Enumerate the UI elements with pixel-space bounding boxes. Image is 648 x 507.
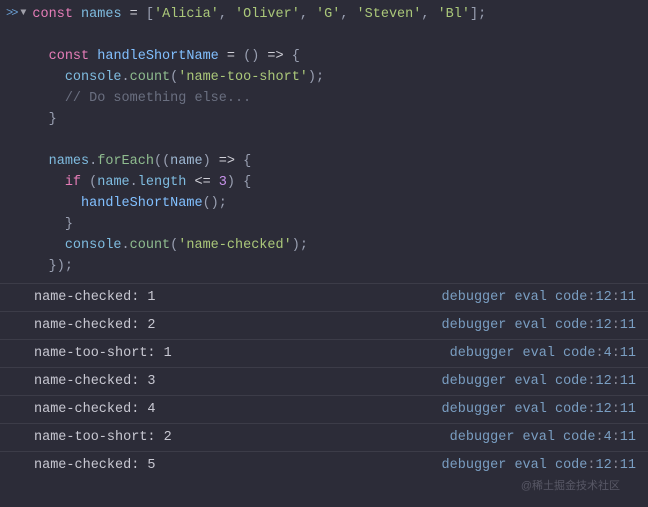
method: count [130,70,171,85]
console-log-row[interactable]: name-too-short: 2 debugger eval code:4:11 [0,423,648,451]
collapse-icon[interactable]: ▼ [18,4,30,19]
params: () [243,49,259,64]
console-log-row[interactable]: name-checked: 2 debugger eval code:12:11 [0,311,648,339]
console-source-link[interactable]: debugger eval code:12:11 [442,290,636,305]
identifier: console [65,70,122,85]
console-source-link[interactable]: debugger eval code:12:11 [442,458,636,473]
operator: <= [194,175,210,190]
string: 'Oliver' [235,7,300,22]
console-output: name-checked: 1debugger eval code:12:11n… [0,283,648,479]
operator: = [130,7,138,22]
console-log-row[interactable]: name-checked: 5 debugger eval code:12:11 [0,451,648,479]
string: 'Steven' [357,7,422,22]
console-source-link[interactable]: debugger eval code:4:11 [450,346,636,361]
console-message: name-checked: 4 [34,402,156,417]
arrow: => [267,49,283,64]
console-log-row[interactable]: name-too-short: 1 debugger eval code:4:11 [0,339,648,367]
console-source-link[interactable]: debugger eval code:4:11 [450,430,636,445]
string: 'name-too-short' [178,70,308,85]
arrow: => [219,154,235,169]
identifier: names [81,7,122,22]
console-message: name-checked: 2 [34,318,156,333]
comment: // Do something else... [65,91,251,106]
console-source-link[interactable]: debugger eval code:12:11 [442,318,636,333]
console-source-link[interactable]: debugger eval code:12:11 [442,402,636,417]
console-message: name-checked: 3 [34,374,156,389]
property: length [138,175,187,190]
console-log-row[interactable]: name-checked: 3 debugger eval code:12:11 [0,367,648,395]
identifier: handleShortName [81,196,203,211]
identifier: console [65,238,122,253]
method: count [130,238,171,253]
string: 'name-checked' [178,238,291,253]
keyword: const [49,49,90,64]
string: 'Bl' [438,7,470,22]
number: 3 [219,175,227,190]
console-message: name-too-short: 2 [34,430,172,445]
string: 'G' [316,7,340,22]
console-message: name-too-short: 1 [34,346,172,361]
identifier: handleShortName [97,49,219,64]
console-source-link[interactable]: debugger eval code:12:11 [442,374,636,389]
operator: = [227,49,235,64]
identifier: name [97,175,129,190]
console-message: name-checked: 1 [34,290,156,305]
string: 'Alicia' [154,7,219,22]
keyword: const [32,7,73,22]
identifier: names [49,154,90,169]
prompt-icon: >> [4,4,18,20]
method: forEach [97,154,154,169]
keyword: if [65,175,81,190]
watermark: @稀土掘金技术社区 [521,477,620,493]
console-input-row: >> ▼ const names = ['Alicia', 'Oliver', … [0,0,648,277]
param: name [170,154,202,169]
console-log-row[interactable]: name-checked: 1 debugger eval code:12:11 [0,283,648,311]
console-message: name-checked: 5 [34,458,156,473]
console-log-row[interactable]: name-checked: 4 debugger eval code:12:11 [0,395,648,423]
code-block[interactable]: const names = ['Alicia', 'Oliver', 'G', … [30,4,486,277]
